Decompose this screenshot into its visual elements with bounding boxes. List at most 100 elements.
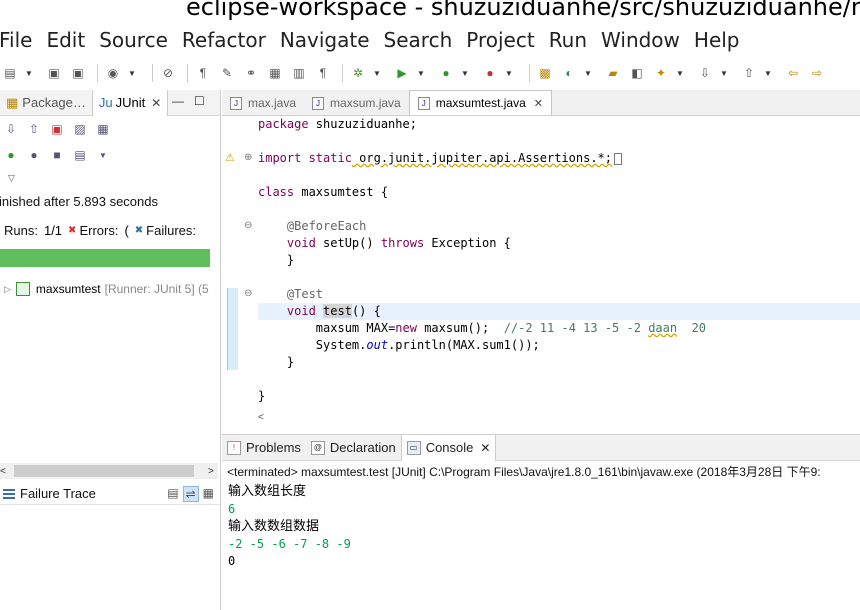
tab-package-explorer[interactable]: ▦ Package … <box>0 90 92 116</box>
debug-icon[interactable]: ✲ <box>348 63 368 83</box>
scroll-left-icon[interactable]: < <box>258 412 264 423</box>
external-tools-dropdown-icon[interactable]: ▼ <box>504 63 514 83</box>
menu-file[interactable]: File <box>0 28 32 52</box>
left-panel-tabs: ▦ Package … Ju JUnit ✕ — ☐ <box>0 89 220 116</box>
tab-declaration[interactable]: @ Declaration <box>306 435 401 461</box>
menu-help[interactable]: Help <box>694 28 740 52</box>
layout-icon[interactable]: ▦ <box>95 121 111 137</box>
menu-navigate[interactable]: Navigate <box>280 28 370 52</box>
package-explorer-icon: ▦ <box>6 94 19 110</box>
declaration-icon: @ <box>310 440 325 455</box>
stop-icon[interactable]: ■ <box>49 147 65 163</box>
prev-failure-icon[interactable]: ⇧ <box>26 121 42 137</box>
new-class-dropdown-icon[interactable]: ▼ <box>583 63 593 83</box>
scroll-right-icon[interactable]: > <box>208 466 214 477</box>
run-icon[interactable]: ▶ <box>392 63 412 83</box>
scroll-left-icon[interactable]: < <box>0 466 12 477</box>
console-input-line: 6 <box>228 502 236 516</box>
new-class-icon[interactable]: ◐ <box>559 63 579 83</box>
open-task-icon[interactable]: ◧ <box>627 63 647 83</box>
fold-expand-icon[interactable]: ⊕ <box>244 152 252 163</box>
search-icon[interactable]: ✦ <box>651 63 671 83</box>
run-dropdown-icon[interactable]: ▼ <box>416 63 426 83</box>
menu-run[interactable]: Run <box>549 28 587 52</box>
test-tree-item[interactable]: ▷ maxsumtest [Runner: JUnit 5] (5 <box>0 282 209 296</box>
terminal-dropdown-icon[interactable]: ▼ <box>127 63 137 83</box>
tab-junit[interactable]: Ju JUnit ✕ <box>91 89 169 116</box>
external-tools-icon[interactable]: ● <box>480 63 500 83</box>
tab-console[interactable]: ▭ Console ✕ <box>400 434 497 461</box>
skip-breakpoints-icon[interactable]: ⊘ <box>158 63 178 83</box>
copy-trace-icon[interactable]: ▦ <box>203 486 214 502</box>
tab-label: max.java <box>248 96 297 110</box>
code-editor: J max.java J maxsum.java J maxsumtest.ja… <box>222 90 860 426</box>
view-menu-icon[interactable]: ▽ <box>8 173 15 184</box>
save-icon[interactable]: ▣ <box>44 63 64 83</box>
code-line: } <box>286 253 295 267</box>
scroll-thumb[interactable] <box>14 465 194 477</box>
forward-icon[interactable]: ⇨ <box>807 63 827 83</box>
filter-stack-icon[interactable]: ⇌ <box>182 485 199 502</box>
tab-maxsumtest-java[interactable]: J maxsumtest.java ✕ <box>408 90 552 115</box>
menu-project[interactable]: Project <box>466 28 534 52</box>
minimize-icon[interactable]: — <box>172 94 184 108</box>
back-icon[interactable]: ⇦ <box>783 63 803 83</box>
new-package-icon[interactable]: ▩ <box>535 63 555 83</box>
history-dropdown-icon[interactable]: ▼ <box>95 147 111 163</box>
maximize-icon[interactable]: ☐ <box>194 94 205 108</box>
tab-problems[interactable]: ! Problems <box>222 435 306 461</box>
toolbar-separator <box>342 64 343 82</box>
fold-collapse-icon[interactable]: ⊖ <box>244 288 252 299</box>
editor-horizontal-scrollbar[interactable]: < <box>258 412 860 426</box>
coverage-dropdown-icon[interactable]: ▼ <box>460 63 470 83</box>
debug-dropdown-icon[interactable]: ▼ <box>372 63 382 83</box>
history-icon[interactable]: ▤ <box>72 147 88 163</box>
prev-annotation-icon[interactable]: ⇧ <box>739 63 759 83</box>
close-icon[interactable]: ✕ <box>151 96 161 110</box>
tab-max-java[interactable]: J max.java <box>222 91 304 115</box>
warning-icon[interactable]: ⚠ <box>225 151 235 164</box>
paragraph-icon[interactable]: ¶ <box>313 63 333 83</box>
save-all-icon[interactable]: ▣ <box>68 63 88 83</box>
open-type-icon[interactable]: ▰ <box>603 63 623 83</box>
scroll-lock-icon[interactable]: ▨ <box>72 121 88 137</box>
console-output[interactable]: 输入数组长度 6 输入数数组数据 -2 -5 -6 -7 -8 -9 0 <box>222 483 860 570</box>
search-dropdown-icon[interactable]: ▼ <box>675 63 685 83</box>
next-failure-icon[interactable]: ⇩ <box>3 121 19 137</box>
menu-window[interactable]: Window <box>601 28 680 52</box>
console-icon: ▭ <box>406 440 421 455</box>
code-line: maxsum MAX=new maxsum(); //-2 11 -4 13 -… <box>315 321 706 335</box>
block-select-icon[interactable]: ▦ <box>265 63 285 83</box>
menu-source[interactable]: Source <box>99 28 168 52</box>
next-annotation-icon[interactable]: ⇩ <box>695 63 715 83</box>
horizontal-scrollbar[interactable]: < > <box>0 463 218 479</box>
rerun-icon[interactable]: ● <box>3 147 19 163</box>
new-dropdown-icon[interactable]: ▼ <box>24 63 34 83</box>
editor-tabs: J max.java J maxsum.java J maxsumtest.ja… <box>222 90 860 116</box>
pen-icon[interactable]: ✎ <box>217 63 237 83</box>
toggle-mark-icon[interactable]: ¶ <box>193 63 213 83</box>
menu-refactor[interactable]: Refactor <box>182 28 266 52</box>
close-icon[interactable]: ✕ <box>480 441 490 455</box>
code-area[interactable]: package shuzuziduanhe; import static org… <box>258 116 860 412</box>
code-line: void setUp() throws Exception { <box>286 236 511 250</box>
menu-edit[interactable]: Edit <box>46 28 85 52</box>
coverage-icon[interactable]: ● <box>436 63 456 83</box>
tab-maxsum-java[interactable]: J maxsum.java <box>304 91 409 115</box>
new-icon[interactable]: ▤ <box>0 63 20 83</box>
failure-icon: ✖ <box>134 225 144 236</box>
link-icon[interactable]: ⚭ <box>241 63 261 83</box>
close-icon[interactable]: ✕ <box>534 97 543 110</box>
prev-annotation-dropdown-icon[interactable]: ▼ <box>763 63 773 83</box>
next-annotation-dropdown-icon[interactable]: ▼ <box>719 63 729 83</box>
menu-search[interactable]: Search <box>384 28 453 52</box>
fold-collapse-icon[interactable]: ⊖ <box>244 220 252 231</box>
terminal-icon[interactable]: ◉ <box>103 63 123 83</box>
show-failures-only-icon[interactable]: ▣ <box>49 121 65 137</box>
bottom-panel: ! Problems @ Declaration ▭ Console ✕ <te… <box>222 434 860 610</box>
expand-arrow-icon[interactable]: ▷ <box>4 284 11 295</box>
rerun-failed-icon[interactable]: ● <box>26 147 42 163</box>
show-whitespace-icon[interactable]: ▥ <box>289 63 309 83</box>
compare-results-icon[interactable]: ▤ <box>167 486 178 502</box>
window-title-bar: eclipse-workspace - shuzuziduanhe/src/sh… <box>0 0 860 26</box>
